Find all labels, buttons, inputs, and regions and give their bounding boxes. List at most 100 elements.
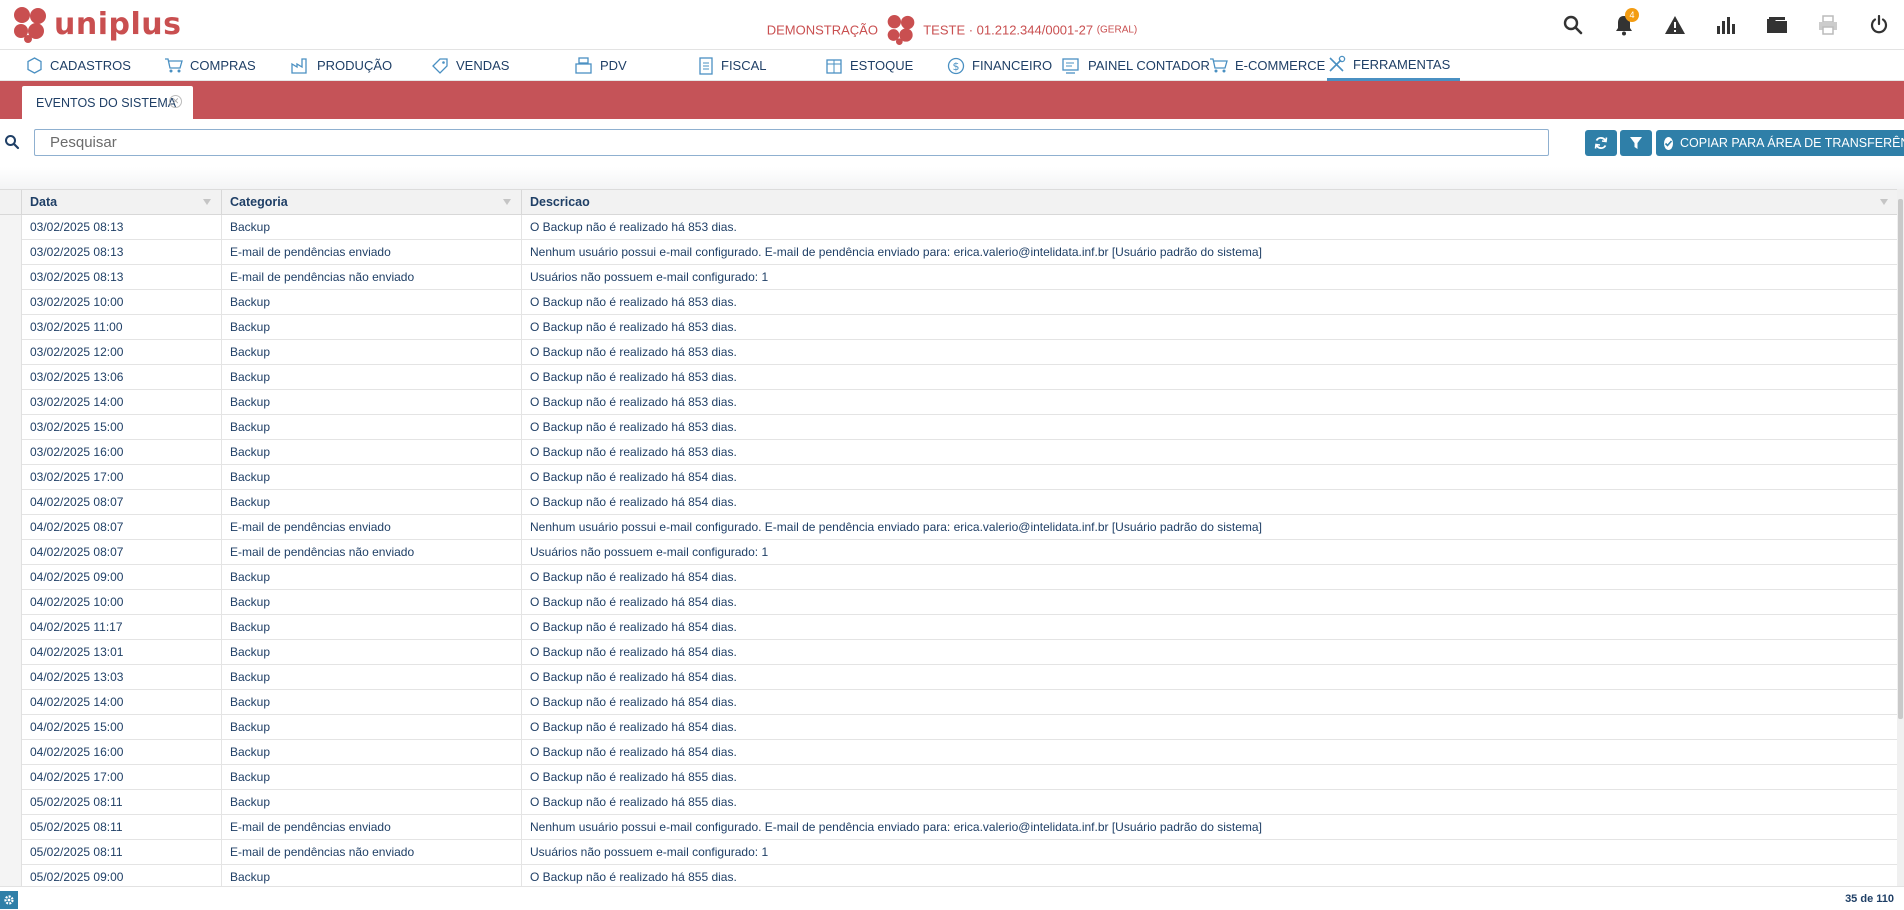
column-header-data[interactable]: Data <box>22 190 222 215</box>
row-gutter <box>0 365 22 390</box>
row-gutter <box>0 565 22 590</box>
table-row[interactable]: 04/02/2025 15:00 Backup O Backup não é rea… <box>0 715 1898 740</box>
menu-item-label: E-COMMERCE <box>1235 58 1326 73</box>
column-header-descricao[interactable]: Descricao <box>522 190 1898 215</box>
table-row[interactable]: 04/02/2025 08:07 E-mail de pendências env… <box>0 515 1898 540</box>
bar-chart-icon <box>1716 16 1735 34</box>
menu-item-label: ESTOQUE <box>850 58 914 73</box>
table-row[interactable]: 03/02/2025 10:00 Backup O Backup não é rea… <box>0 290 1898 315</box>
cell-data: 03/02/2025 14:00 <box>22 390 222 415</box>
table-row[interactable]: 03/02/2025 14:00 Backup O Backup não é rea… <box>0 390 1898 415</box>
tab-eventos-do-sistema[interactable]: EVENTOS DO SISTEMA ✕ <box>22 86 193 119</box>
table-row[interactable]: 04/02/2025 08:07 E-mail de pendências não… <box>0 540 1898 565</box>
close-icon[interactable]: ✕ <box>169 95 182 108</box>
row-gutter <box>0 315 22 340</box>
cell-categoria: Backup <box>222 340 522 365</box>
column-filter-icon[interactable] <box>503 199 511 205</box>
menu-item-vendas[interactable]: VENDAS <box>431 50 509 81</box>
cell-categoria: Backup <box>222 640 522 665</box>
cell-descricao: O Backup não é realizado há 853 dias. <box>530 345 737 359</box>
table-row[interactable]: 03/02/2025 16:00 Backup O Backup não é rea… <box>0 440 1898 465</box>
menu-item-fiscal[interactable]: FISCAL <box>698 50 767 81</box>
table-row[interactable]: 04/02/2025 17:00 Backup O Backup não é rea… <box>0 765 1898 790</box>
row-gutter <box>0 490 22 515</box>
search-button[interactable] <box>1547 0 1598 49</box>
cell-categoria: Backup <box>222 390 522 415</box>
column-filter-icon[interactable] <box>1880 199 1888 205</box>
reports-button[interactable] <box>1700 0 1751 49</box>
table-row[interactable]: 03/02/2025 08:13 Backup O Backup não é rea… <box>0 215 1898 240</box>
table-row[interactable]: 05/02/2025 09:00 Backup O Backup não é rea… <box>0 865 1898 886</box>
header-actions: 4 <box>1547 0 1904 49</box>
column-header-categoria[interactable]: Categoria <box>222 190 522 215</box>
cell-categoria: E-mail de pendências não enviado <box>222 540 522 565</box>
menu-item-painel-contador[interactable]: PAINEL CONTADOR <box>1062 50 1210 81</box>
row-gutter <box>0 690 22 715</box>
cart-icon <box>1210 58 1228 73</box>
table-row[interactable]: 04/02/2025 13:03 Backup O Backup não é rea… <box>0 665 1898 690</box>
cell-descricao: Usuários não possuem e-mail configurado:… <box>530 845 769 859</box>
table-row[interactable]: 05/02/2025 08:11 E-mail de pendências env… <box>0 815 1898 840</box>
table-row[interactable]: 04/02/2025 13:01 Backup O Backup não é rea… <box>0 640 1898 665</box>
printer-icon <box>1818 14 1837 35</box>
scrollbar-thumb[interactable] <box>1898 199 1903 719</box>
menu-item-pdv[interactable]: PDV <box>574 50 627 81</box>
alerts-button[interactable] <box>1649 0 1700 49</box>
cell-descricao: Nenhum usuário possui e-mail configurado… <box>530 245 1262 259</box>
logout-button[interactable] <box>1853 0 1904 49</box>
table-row[interactable]: 03/02/2025 08:13 E-mail de pendências não… <box>0 265 1898 290</box>
factory-icon <box>291 58 307 74</box>
notifications-button[interactable]: 4 <box>1598 0 1649 49</box>
table-row[interactable]: 03/02/2025 17:00 Backup O Backup não é rea… <box>0 465 1898 490</box>
vertical-scrollbar[interactable] <box>1897 189 1904 886</box>
table-row[interactable]: 03/02/2025 13:06 Backup O Backup não é rea… <box>0 365 1898 390</box>
menu-item-ferramentas[interactable]: FERRAMENTAS <box>1327 50 1461 81</box>
menu-item-producao[interactable]: PRODUÇÃO <box>291 50 392 81</box>
cell-descricao: O Backup não é realizado há 854 dias. <box>530 570 737 584</box>
cube-icon <box>27 57 42 74</box>
table-row[interactable]: 04/02/2025 10:00 Backup O Backup não é rea… <box>0 590 1898 615</box>
cell-data: 04/02/2025 08:07 <box>22 515 222 540</box>
table-row[interactable]: 03/02/2025 15:00 Backup O Backup não é rea… <box>0 415 1898 440</box>
cell-data: 04/02/2025 13:03 <box>22 665 222 690</box>
cell-categoria: E-mail de pendências enviado <box>222 515 522 540</box>
company-branch: (GERAL) <box>1096 24 1138 36</box>
table-row[interactable]: 03/02/2025 08:13 E-mail de pendências env… <box>0 240 1898 265</box>
accountant-icon <box>1062 58 1079 74</box>
column-filter-icon[interactable] <box>203 199 211 205</box>
menu-item-ecommerce[interactable]: E-COMMERCE <box>1209 50 1325 81</box>
tab-strip: EVENTOS DO SISTEMA ✕ <box>0 81 1904 119</box>
table-row[interactable]: 04/02/2025 11:17 Backup O Backup não é rea… <box>0 615 1898 640</box>
row-gutter <box>0 665 22 690</box>
grid-settings-button[interactable] <box>0 891 18 909</box>
table-row[interactable]: 04/02/2025 09:00 Backup O Backup não é rea… <box>0 565 1898 590</box>
cell-descricao: O Backup não é realizado há 854 dias. <box>530 720 737 734</box>
search-input[interactable] <box>34 129 1549 156</box>
table-row[interactable]: 05/02/2025 08:11 Backup O Backup não é rea… <box>0 790 1898 815</box>
menu-item-financeiro[interactable]: $ FINANCEIRO <box>947 50 1052 81</box>
menu-item-label: PAINEL CONTADOR <box>1088 58 1210 73</box>
cell-descricao: O Backup não é realizado há 853 dias. <box>530 420 737 434</box>
print-button[interactable] <box>1802 0 1853 49</box>
refresh-icon <box>1594 137 1608 149</box>
table-row[interactable]: 03/02/2025 11:00 Backup O Backup não é rea… <box>0 315 1898 340</box>
table-row[interactable]: 04/02/2025 08:07 Backup O Backup não é rea… <box>0 490 1898 515</box>
table-row[interactable]: 05/02/2025 08:11 E-mail de pendências não… <box>0 840 1898 865</box>
menu-item-compras[interactable]: COMPRAS <box>164 50 256 81</box>
filter-button[interactable] <box>1620 130 1652 156</box>
refresh-button[interactable] <box>1585 130 1617 156</box>
folder-button[interactable] <box>1751 0 1802 49</box>
table-row[interactable]: 04/02/2025 14:00 Backup O Backup não é rea… <box>0 690 1898 715</box>
menu-item-estoque[interactable]: ESTOQUE <box>825 50 913 81</box>
notifications-badge: 4 <box>1625 8 1639 22</box>
cell-data: 03/02/2025 12:00 <box>22 340 222 365</box>
menu-item-cadastros[interactable]: CADASTROS <box>26 50 131 81</box>
table-row[interactable]: 03/02/2025 12:00 Backup O Backup não é rea… <box>0 340 1898 365</box>
grid-body: 03/02/2025 08:13 Backup O Backup não é rea… <box>0 215 1898 886</box>
check-circle-icon <box>1664 136 1673 150</box>
column-header-label: Categoria <box>230 195 288 209</box>
tools-icon <box>1329 55 1346 72</box>
table-row[interactable]: 04/02/2025 16:00 Backup O Backup não é rea… <box>0 740 1898 765</box>
row-gutter <box>0 240 22 265</box>
copy-to-clipboard-button[interactable]: COPIAR PARA ÁREA DE TRANSFERÊNCIA <box>1656 130 1904 156</box>
